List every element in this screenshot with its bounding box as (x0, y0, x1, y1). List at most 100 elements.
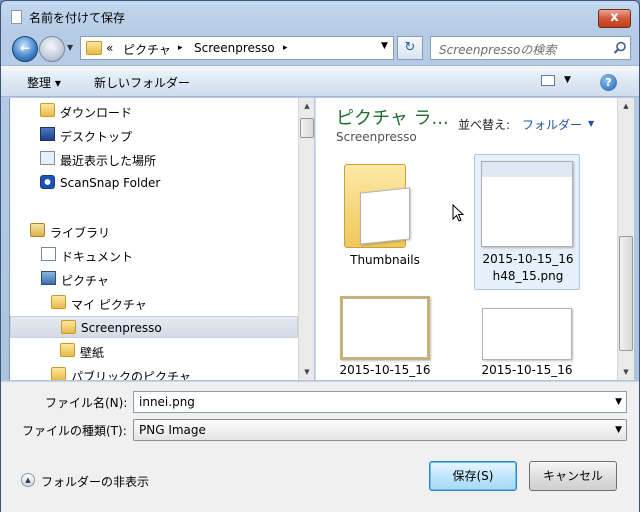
sort-label: 並べ替え: (458, 118, 511, 132)
sidebar-item-pictures[interactable]: ピクチャ (10, 268, 298, 290)
folder-icon (86, 41, 102, 55)
library-icon (30, 223, 45, 237)
recent-places-icon (40, 151, 55, 165)
view-icon[interactable] (541, 75, 555, 86)
address-segment-screenpresso[interactable]: Screenpresso (194, 41, 275, 55)
sidebar-item-label: ダウンロード (60, 106, 133, 120)
filetype-select[interactable]: PNG Image ▼ (133, 419, 627, 441)
image-thumbnail (481, 161, 573, 247)
close-button[interactable]: x (598, 9, 631, 28)
sidebar-item-downloads[interactable]: ダウンロード (10, 100, 298, 122)
library-subtitle: Screenpresso (336, 130, 417, 144)
filename-label: ファイル名(N): (45, 396, 128, 410)
hide-folders-toggle[interactable]: フォルダーの非表示 (41, 473, 149, 490)
desktop-icon (40, 127, 55, 141)
search-input[interactable]: Screenpressoの検索 (430, 36, 631, 60)
sidebar-item-label: 壁紙 (80, 346, 105, 360)
collapse-arrow-icon[interactable]: ▲ (21, 473, 35, 487)
file-name: Thumbnails (350, 253, 420, 267)
sidebar-item-recent-places[interactable]: 最近表示した場所 (10, 148, 298, 170)
file-name: 2015-10-15_16 (339, 363, 431, 377)
document-icon (11, 10, 22, 24)
sort-dropdown[interactable]: フォルダー (522, 116, 582, 133)
search-placeholder: Screenpressoの検索 (439, 43, 557, 57)
sidebar-item-label: ピクチャ (61, 274, 109, 288)
filetype-dropdown-icon[interactable]: ▼ (615, 425, 622, 435)
help-icon[interactable]: ? (600, 74, 617, 91)
file-name: 2015-10-15_16 (481, 363, 573, 377)
sidebar-item-my-pictures[interactable]: マイ ピクチャ (10, 292, 298, 314)
sidebar-item-screenpresso[interactable]: Screenpresso (10, 316, 298, 338)
documents-icon (41, 247, 56, 261)
sidebar-item-label: マイ ピクチャ (71, 298, 147, 312)
file-item-png-selected[interactable]: 2015-10-15_16 h48_15.png (474, 154, 580, 290)
navigation-scrollbar[interactable]: ▲ ▼ (298, 98, 314, 380)
download-folder-icon (40, 103, 55, 117)
scroll-up-icon[interactable]: ▲ (299, 98, 315, 114)
address-bar[interactable]: « ピクチャ ▸ Screenpresso ▸ ▼ (80, 36, 394, 60)
scroll-down-icon[interactable]: ▼ (299, 364, 315, 380)
scroll-down-icon[interactable]: ▼ (618, 364, 634, 380)
cancel-button[interactable]: キャンセル (529, 461, 617, 491)
sidebar-item-documents[interactable]: ドキュメント (10, 244, 298, 266)
scansnap-icon (40, 175, 55, 189)
navigation-pane[interactable]: ダウンロード デスクトップ 最近表示した場所 ScanSnap Folder ラ… (9, 98, 298, 380)
sidebar-item-label: ライブラリ (50, 226, 111, 240)
folder-icon (51, 367, 66, 380)
address-separator[interactable]: ▸ (178, 43, 183, 53)
sidebar-item-wallpaper[interactable]: 壁紙 (10, 340, 298, 362)
file-item-thumbnails[interactable]: Thumbnails (332, 154, 438, 278)
scroll-thumb[interactable] (300, 118, 314, 138)
save-button[interactable]: 保存(S) (429, 461, 517, 491)
sidebar-item-public-pictures[interactable]: パブリックのピクチャ (10, 364, 298, 380)
sidebar-item-label: ScanSnap Folder (60, 176, 161, 190)
mouse-cursor-icon (452, 204, 464, 222)
window-title: 名前を付けて保存 (29, 11, 126, 25)
scroll-up-icon[interactable]: ▲ (618, 98, 634, 114)
folder-icon (61, 320, 76, 334)
file-item-png[interactable]: 2015-10-15_16 (474, 294, 580, 380)
image-thumbnail (482, 308, 572, 360)
sidebar-item-scansnap[interactable]: ScanSnap Folder (10, 172, 298, 194)
save-dialog: 名前を付けて保存 x ← → ▼ « ピクチャ ▸ Screenpresso ▸… (0, 0, 640, 512)
command-toolbar: 整理 ▾ 新しいフォルダー ▼ ? (1, 65, 639, 97)
filetype-label: ファイルの種類(T): (22, 424, 127, 438)
sidebar-item-label: Screenpresso (81, 321, 162, 335)
file-name-line2: h48_15.png (492, 269, 564, 283)
back-button[interactable]: ← (12, 36, 38, 62)
file-list-pane[interactable]: ピクチャ ラ... Screenpresso 並べ替え: フォルダー ▼ Thu… (315, 98, 617, 380)
filename-value: innei.png (139, 395, 195, 409)
sort-dropdown-icon[interactable]: ▼ (588, 119, 594, 128)
address-segment-pictures[interactable]: ピクチャ (123, 41, 171, 58)
folder-icon (60, 343, 75, 357)
history-dropdown-icon[interactable]: ▼ (67, 43, 77, 55)
image-thumbnail (340, 296, 430, 360)
file-item-png[interactable]: 2015-10-15_16 (332, 294, 438, 380)
scroll-thumb[interactable] (619, 236, 633, 351)
sidebar-item-label: 最近表示した場所 (60, 154, 157, 168)
search-icon[interactable] (613, 41, 627, 55)
view-dropdown-icon[interactable]: ▼ (564, 75, 571, 85)
sidebar-item-label: パブリックのピクチャ (71, 370, 191, 380)
navigation-bar: ← → ▼ « ピクチャ ▸ Screenpresso ▸ ▼ ↻ Screen… (1, 33, 639, 63)
file-list-scrollbar[interactable]: ▲ ▼ (617, 98, 634, 380)
title-bar: 名前を付けて保存 x (1, 1, 639, 31)
filename-dropdown-icon[interactable]: ▼ (615, 397, 622, 407)
file-name-line1: 2015-10-15_16 (482, 252, 574, 266)
refresh-button[interactable]: ↻ (397, 36, 423, 60)
forward-button[interactable]: → (39, 36, 65, 62)
sidebar-item-desktop[interactable]: デスクトップ (10, 124, 298, 146)
new-folder-button[interactable]: 新しいフォルダー (94, 74, 190, 91)
address-separator[interactable]: ▸ (283, 43, 288, 53)
sidebar-item-libraries[interactable]: ライブラリ (10, 220, 298, 242)
save-form: ファイル名(N): innei.png ▼ ファイルの種類(T): PNG Im… (1, 381, 639, 512)
sidebar-item-label: デスクトップ (60, 130, 133, 144)
organize-menu[interactable]: 整理 ▾ (27, 74, 61, 91)
filetype-value: PNG Image (139, 423, 206, 437)
sidebar-item-label: ドキュメント (61, 250, 134, 264)
address-overflow[interactable]: « (106, 41, 113, 55)
folder-preview-image (360, 187, 410, 245)
pictures-icon (41, 271, 56, 285)
address-dropdown-icon[interactable]: ▼ (381, 41, 388, 51)
filename-input[interactable]: innei.png ▼ (133, 391, 627, 413)
